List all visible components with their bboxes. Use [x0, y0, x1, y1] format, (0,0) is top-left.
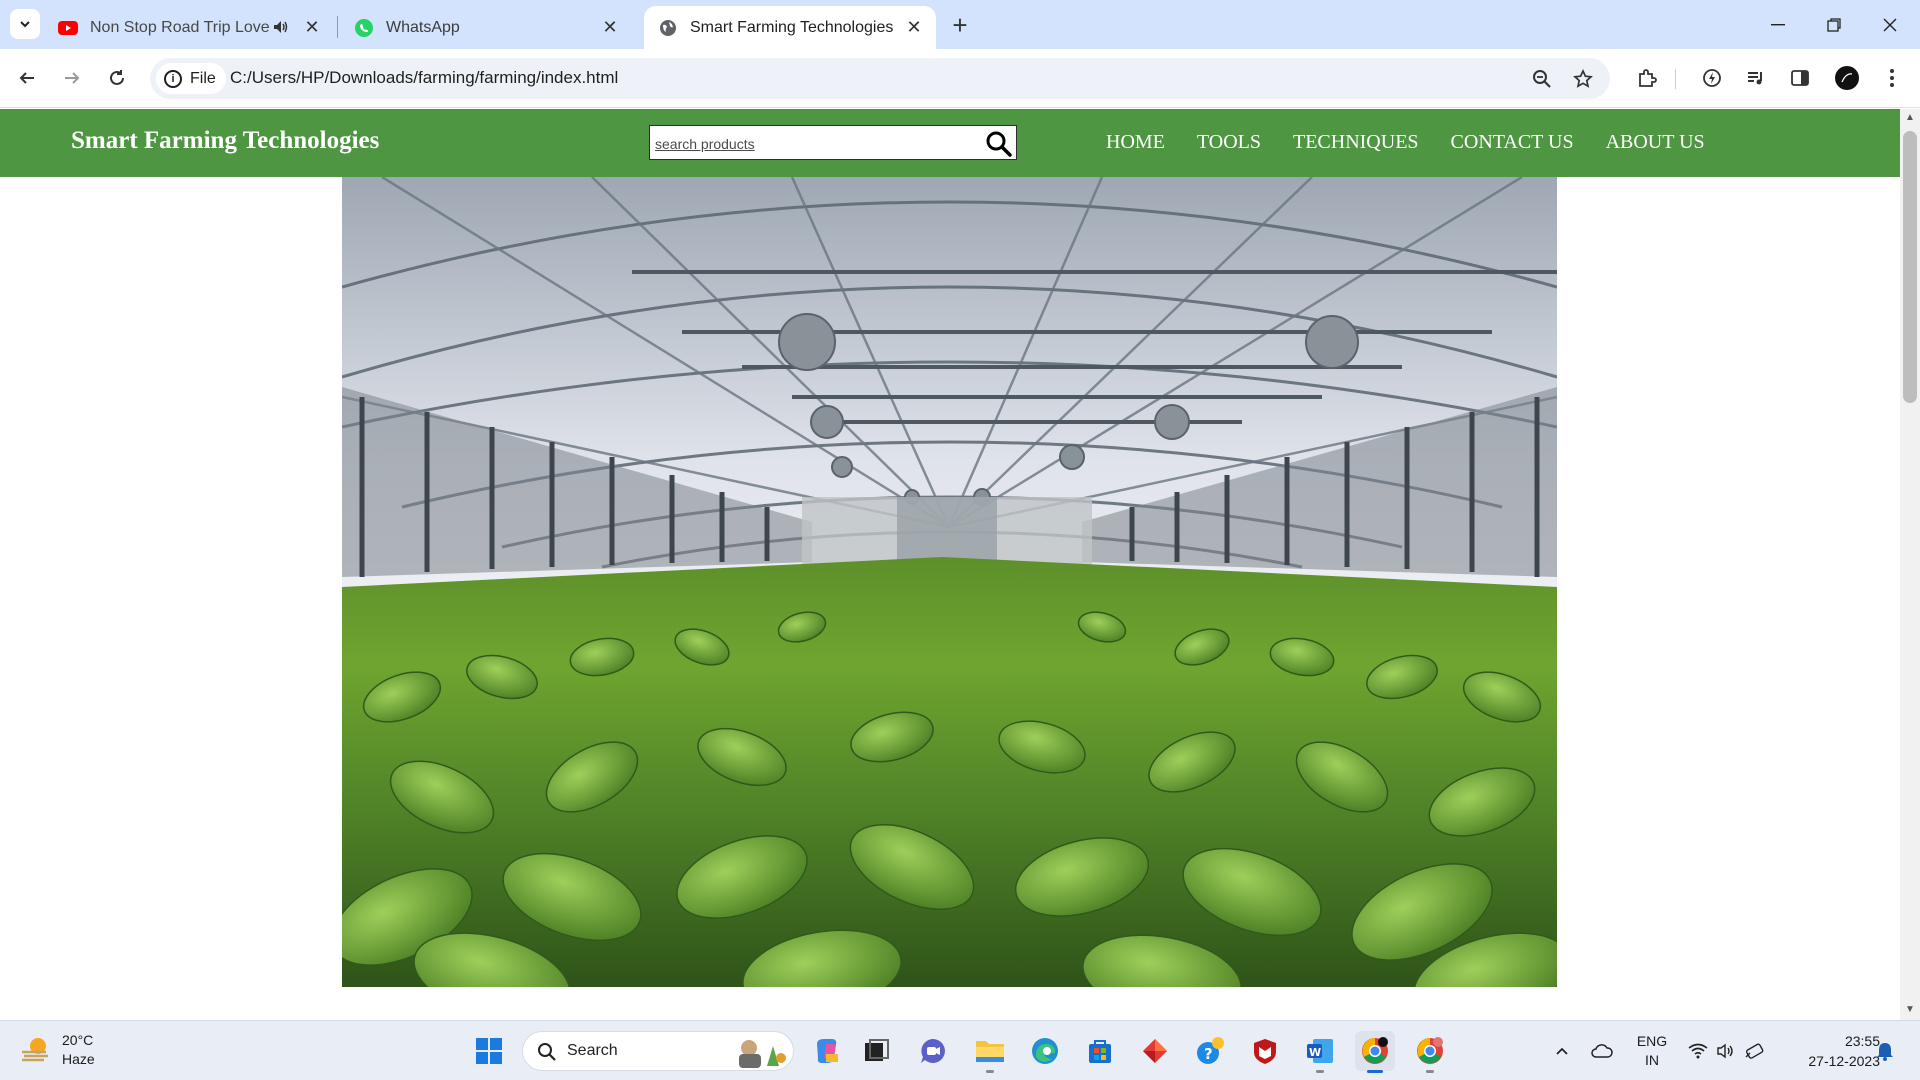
page-scrollbar[interactable]: ▲ ▼ [1900, 109, 1920, 1020]
close-tab-icon[interactable]: ✕ [302, 17, 322, 37]
nav-contact-us[interactable]: CONTACT US [1451, 131, 1574, 154]
reload-icon[interactable] [101, 62, 133, 94]
site-nav: HOME TOOLS TECHNIQUES CONTACT US ABOUT U… [1106, 131, 1737, 154]
weather-widget[interactable]: 20°C Haze [20, 1031, 95, 1069]
info-icon: i [164, 69, 182, 88]
svg-text:?: ? [1204, 1045, 1213, 1063]
tab-separator [337, 16, 338, 38]
browser-tab-whatsapp[interactable]: WhatsApp ✕ [340, 6, 632, 49]
lang-code: ENG [1636, 1033, 1668, 1049]
whatsapp-icon [354, 18, 374, 38]
browser-tab-strip: Non Stop Road Trip Love Hindi Mashup ✕ W… [0, 0, 1920, 49]
page-viewport: Smart Farming Technologies HOME TOOLS TE… [0, 109, 1900, 1020]
lang-region: IN [1645, 1052, 1659, 1068]
volume-icon[interactable] [1714, 1021, 1738, 1080]
search-icon [538, 1043, 556, 1061]
notification-bell-icon[interactable] [1872, 1021, 1898, 1080]
scroll-down-arrow-icon[interactable]: ▼ [1904, 1005, 1916, 1015]
product-search [649, 125, 1017, 160]
running-indicator [1426, 1070, 1434, 1073]
zoom-icon[interactable] [1527, 64, 1557, 94]
close-tab-icon[interactable]: ✕ [600, 17, 620, 37]
profile-avatar[interactable] [1831, 62, 1863, 94]
taskbar-search[interactable]: Search [522, 1031, 794, 1071]
battery-charging-icon[interactable] [1742, 1021, 1768, 1080]
running-indicator [986, 1070, 994, 1073]
youtube-icon [58, 18, 78, 38]
close-window-icon[interactable] [1862, 0, 1918, 49]
close-tab-icon[interactable]: ✕ [904, 17, 924, 37]
scroll-up-arrow-icon[interactable]: ▲ [1904, 113, 1916, 123]
site-navbar: Smart Farming Technologies HOME TOOLS TE… [0, 109, 1900, 177]
edge-browser-icon[interactable] [1025, 1031, 1065, 1071]
microsoft-store-icon[interactable] [1080, 1031, 1120, 1071]
windows-taskbar: 20°C Haze Search ? W ENG IN 23:55 27-12-… [0, 1020, 1920, 1080]
nav-home[interactable]: HOME [1106, 131, 1165, 154]
app-diamond-icon[interactable] [1135, 1031, 1175, 1071]
chevron-up-icon[interactable] [1550, 1021, 1574, 1080]
forward-arrow-icon[interactable] [56, 62, 88, 94]
bookmark-star-icon[interactable] [1568, 64, 1598, 94]
new-tab-button[interactable]: + [946, 10, 974, 40]
media-controls-icon[interactable] [1740, 62, 1772, 94]
onedrive-cloud-icon[interactable] [1588, 1021, 1616, 1080]
scheme-label: File [190, 69, 216, 87]
site-info-chip[interactable]: i File [156, 63, 226, 94]
tab-title: WhatsApp [386, 18, 460, 36]
weather-temp: 20°C [62, 1032, 94, 1048]
tab-title: Non Stop Road Trip Love Hindi Mashup [90, 18, 270, 36]
screen: Non Stop Road Trip Love Hindi Mashup ✕ W… [0, 0, 1920, 1080]
chevron-down-icon [20, 21, 30, 28]
search-input[interactable] [655, 134, 975, 154]
running-indicator [1367, 1070, 1383, 1073]
side-panel-icon[interactable] [1784, 62, 1816, 94]
haze-sun-icon [22, 1038, 48, 1062]
browser-tab-youtube[interactable]: Non Stop Road Trip Love Hindi Mashup ✕ [44, 6, 334, 49]
mcafee-icon[interactable] [1245, 1031, 1285, 1071]
greenhouse-illustration [342, 177, 1557, 987]
file-explorer-icon[interactable] [970, 1031, 1010, 1073]
browser-toolbar: i File C:/Users/HP/Downloads/farming/far… [0, 49, 1920, 108]
system-clock[interactable]: 23:55 27-12-2023 [1780, 1031, 1880, 1071]
chrome-icon-profile[interactable] [1410, 1031, 1450, 1073]
site-brand[interactable]: Smart Farming Technologies [71, 127, 379, 155]
minimize-icon[interactable] [1750, 0, 1806, 49]
speaker-icon[interactable] [272, 18, 290, 41]
performance-icon[interactable] [1696, 62, 1728, 94]
taskbar-search-label: Search [567, 1042, 618, 1059]
nav-about-us[interactable]: ABOUT US [1606, 131, 1705, 154]
running-indicator [1316, 1070, 1324, 1073]
extensions-icon[interactable] [1631, 62, 1663, 94]
clock-time: 23:55 [1844, 1033, 1880, 1049]
back-arrow-icon[interactable] [11, 62, 43, 94]
address-bar[interactable]: i File C:/Users/HP/Downloads/farming/far… [150, 58, 1610, 99]
task-view-icon[interactable] [856, 1031, 896, 1071]
language-indicator[interactable]: ENG IN [1630, 1021, 1674, 1080]
help-app-icon[interactable]: ? [1190, 1031, 1230, 1071]
chrome-icon-active[interactable] [1355, 1031, 1395, 1073]
scrollbar-thumb[interactable] [1903, 131, 1917, 403]
tab-search-button[interactable] [10, 9, 40, 39]
browser-tab-smart-farming[interactable]: Smart Farming Technologies ✕ [644, 6, 936, 49]
search-icon[interactable] [983, 128, 1014, 159]
nav-tools[interactable]: TOOLS [1197, 131, 1261, 154]
svg-text:W: W [1309, 1046, 1321, 1059]
teams-chat-icon[interactable] [913, 1031, 953, 1071]
nav-techniques[interactable]: TECHNIQUES [1293, 131, 1419, 154]
tab-title: Smart Farming Technologies [690, 18, 894, 36]
restore-icon[interactable] [1806, 0, 1862, 49]
browser-menu-icon[interactable] [1876, 62, 1908, 94]
copilot-icon[interactable] [807, 1031, 847, 1071]
windows-logo-icon [476, 1038, 502, 1064]
toolbar-divider [1675, 69, 1676, 89]
clock-date: 27-12-2023 [1808, 1053, 1880, 1069]
url-text[interactable]: C:/Users/HP/Downloads/farming/farming/in… [230, 68, 618, 88]
search-highlight-icon [739, 1040, 786, 1068]
weather-condition: Haze [62, 1051, 95, 1067]
word-icon[interactable]: W [1300, 1031, 1340, 1073]
globe-icon [658, 18, 678, 38]
greenhouse-hero-image [342, 177, 1557, 987]
wifi-icon[interactable] [1686, 1021, 1710, 1080]
start-button[interactable] [469, 1031, 509, 1071]
